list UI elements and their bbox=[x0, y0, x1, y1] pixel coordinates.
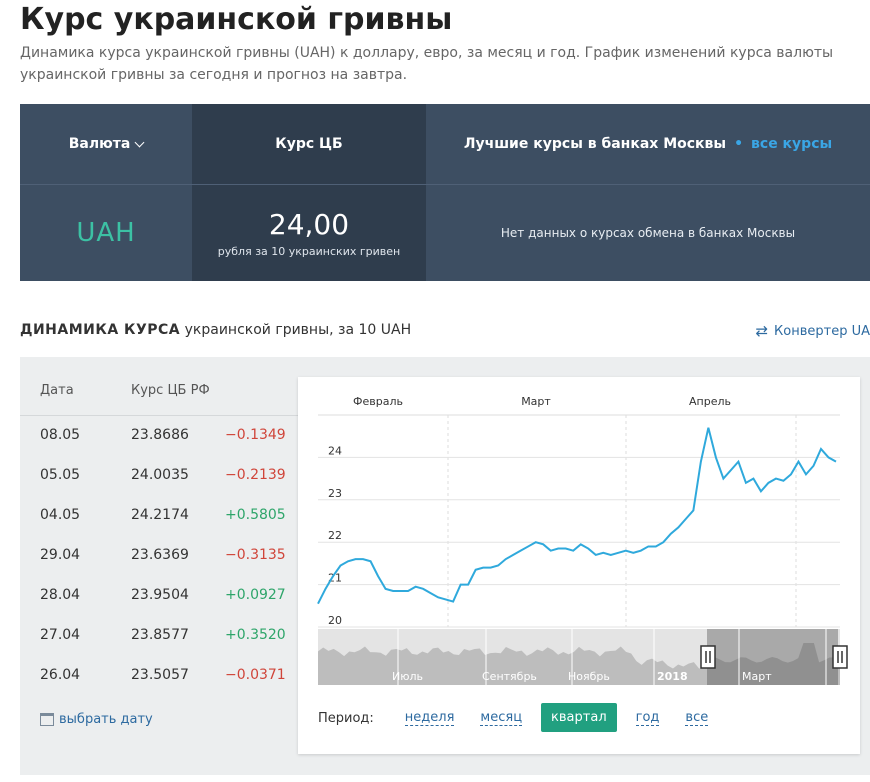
navigator-handle[interactable] bbox=[700, 645, 716, 669]
row-rate: 23.9504 bbox=[131, 587, 189, 603]
cb-rate-cell: 24,00 рубля за 10 украинских гривен bbox=[192, 185, 426, 281]
navigator-label: Ноябрь bbox=[568, 670, 610, 683]
calendar-icon bbox=[40, 713, 54, 726]
dynamics-title: ДИНАМИКА КУРСА украинской гривны, за 10 … bbox=[20, 322, 411, 338]
currency-select-cell: Валюта bbox=[20, 104, 192, 184]
column-header-date: Дата bbox=[40, 383, 74, 398]
all-rates-link[interactable]: все курсы bbox=[751, 136, 832, 152]
row-rate: 24.2174 bbox=[131, 507, 189, 523]
y-tick-label: 23 bbox=[328, 487, 342, 500]
cb-rate-label: Курс ЦБ bbox=[275, 136, 343, 152]
navigator-label: Июль bbox=[392, 670, 423, 683]
currency-code-cell: UAH bbox=[20, 185, 192, 281]
rates-table: Дата Курс ЦБ РФ 08.05 23.8686 −0.1349 05.05… bbox=[20, 357, 298, 775]
chart-card: Февраль Март Апрель 20 21 22 23 24 Июль Сентябрь Н… bbox=[298, 377, 860, 754]
converter-label: Конвертер UA bbox=[774, 323, 870, 339]
table-row: 27.04 23.8577 +0.3520 bbox=[20, 627, 298, 667]
page-title: Курс украинской гривны bbox=[20, 2, 453, 37]
table-row: 28.04 23.9504 +0.0927 bbox=[20, 587, 298, 627]
period-option[interactable]: месяц bbox=[480, 710, 523, 726]
navigator-label: Март bbox=[742, 670, 772, 683]
row-rate: 23.8686 bbox=[131, 427, 189, 443]
navigator-label: Сентябрь bbox=[482, 670, 537, 683]
row-date: 26.04 bbox=[40, 667, 81, 683]
pick-date-link[interactable]: выбрать дату bbox=[40, 712, 153, 727]
bank-rates-cell: Нет данных о курсах обмена в банках Моск… bbox=[426, 185, 870, 281]
pick-date-label: выбрать дату bbox=[59, 712, 153, 727]
month-label: Март bbox=[521, 395, 551, 408]
converter-link[interactable]: ⇄ Конвертер UA bbox=[755, 322, 870, 340]
row-rate: 23.6369 bbox=[131, 547, 189, 563]
currency-select[interactable]: Валюта bbox=[68, 136, 145, 152]
currency-code: UAH bbox=[76, 218, 136, 248]
table-row: 29.04 23.6369 −0.3135 bbox=[20, 547, 298, 587]
dynamics-title-rest: украинской гривны, за 10 UAH bbox=[184, 322, 412, 338]
month-label: Апрель bbox=[689, 395, 731, 408]
y-tick-label: 20 bbox=[328, 614, 342, 627]
row-rate: 23.8577 bbox=[131, 627, 189, 643]
row-date: 04.05 bbox=[40, 507, 81, 523]
cb-rate-header: Курс ЦБ bbox=[192, 104, 426, 184]
cb-rate-value: 24,00 bbox=[268, 208, 350, 241]
row-change: −0.1349 bbox=[225, 427, 286, 443]
navigator-selection bbox=[707, 629, 838, 685]
period-option[interactable]: все bbox=[685, 710, 709, 726]
rates-panel: Валюта Курс ЦБ Лучшие курсы в банках Мос… bbox=[20, 104, 870, 281]
dynamics-title-bold: ДИНАМИКА КУРСА bbox=[20, 322, 181, 338]
header-divider bbox=[20, 415, 298, 416]
table-row: 26.04 23.5057 −0.0371 bbox=[20, 667, 298, 707]
currency-select-label: Валюта bbox=[68, 136, 131, 152]
table-row: 05.05 24.0035 −0.2139 bbox=[20, 467, 298, 507]
chevron-down-icon bbox=[134, 137, 145, 147]
month-label: Февраль bbox=[353, 395, 403, 408]
navigator-handle[interactable] bbox=[832, 645, 848, 669]
row-rate: 24.0035 bbox=[131, 467, 189, 483]
row-change: −0.3135 bbox=[225, 547, 286, 563]
row-change: +0.3520 bbox=[225, 627, 286, 643]
column-header-rate: Курс ЦБ РФ bbox=[131, 383, 210, 398]
period-option[interactable]: неделя bbox=[404, 710, 455, 726]
best-rates-header: Лучшие курсы в банках Москвы • все курсы bbox=[426, 104, 870, 184]
navigator-label: 2018 bbox=[657, 670, 688, 683]
row-rate: 23.5057 bbox=[131, 667, 189, 683]
cb-rate-note: рубля за 10 украинских гривен bbox=[217, 245, 401, 258]
row-change: +0.0927 bbox=[225, 587, 286, 603]
row-date: 29.04 bbox=[40, 547, 81, 563]
period-selector: Период: неделя месяц квартал год все bbox=[318, 703, 721, 733]
row-change: −0.0371 bbox=[225, 667, 286, 683]
row-change: −0.2139 bbox=[225, 467, 286, 483]
best-rates-label: Лучшие курсы в банках Москвы bbox=[463, 136, 727, 152]
row-change: +0.5805 bbox=[225, 507, 286, 523]
dynamics-area: Дата Курс ЦБ РФ 08.05 23.8686 −0.1349 05.05… bbox=[20, 357, 870, 775]
y-tick-label: 24 bbox=[328, 444, 342, 457]
row-date: 08.05 bbox=[40, 427, 81, 443]
row-date: 27.04 bbox=[40, 627, 81, 643]
y-tick-label: 22 bbox=[328, 529, 342, 542]
no-data-message: Нет данных о курсах обмена в банках Моск… bbox=[500, 226, 796, 240]
row-date: 28.04 bbox=[40, 587, 81, 603]
table-row: 04.05 24.2174 +0.5805 bbox=[20, 507, 298, 547]
bullet-icon: • bbox=[734, 136, 744, 152]
row-date: 05.05 bbox=[40, 467, 81, 483]
period-option[interactable]: квартал bbox=[541, 703, 617, 732]
rate-line bbox=[317, 427, 837, 605]
period-option[interactable]: год bbox=[635, 710, 660, 726]
swap-icon: ⇄ bbox=[755, 322, 769, 340]
period-label: Период: bbox=[318, 710, 374, 726]
page-description: Динамика курса украинской гривны (UAH) к… bbox=[20, 45, 834, 83]
rate-chart: Февраль Март Апрель2021222324Июль Сентябрь Н… bbox=[317, 387, 848, 685]
table-row: 08.05 23.8686 −0.1349 bbox=[20, 427, 298, 467]
